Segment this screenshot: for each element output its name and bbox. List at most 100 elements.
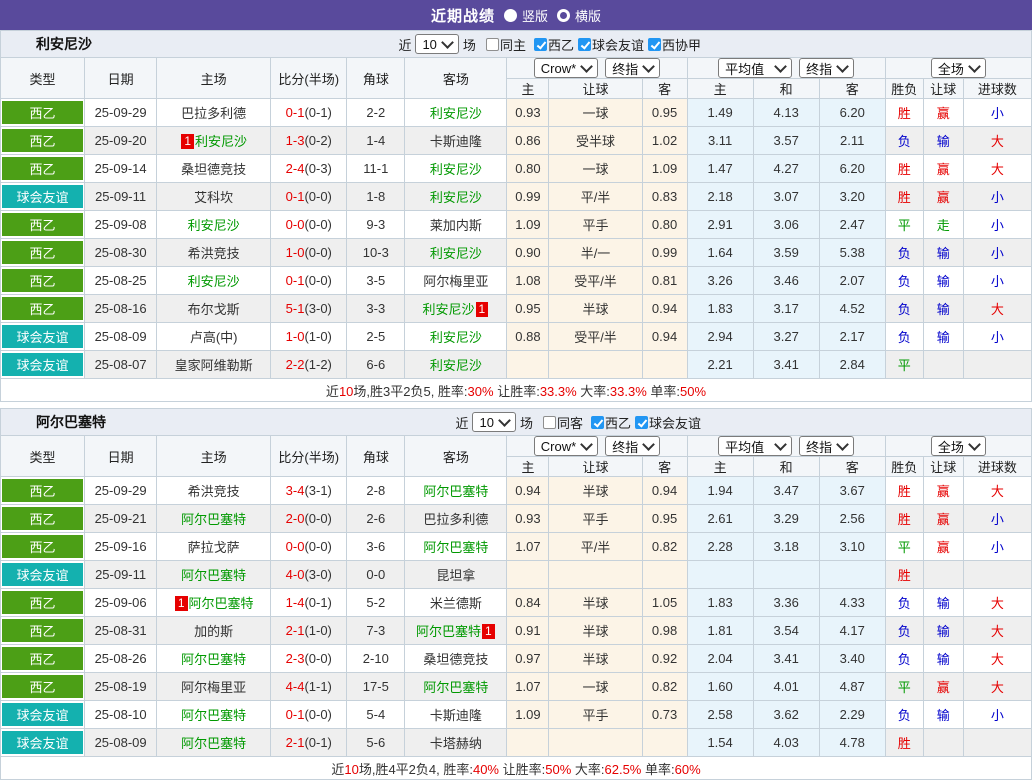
filter-same-venue[interactable]: 同主 — [485, 35, 526, 54]
handicap-away-odds: 0.98 — [641, 616, 688, 645]
handicap-stage-select-value: 终指 — [612, 61, 639, 77]
bookmaker-select[interactable]: Crow* — [533, 58, 599, 78]
away-team[interactable]: 阿尔梅里亚 — [404, 266, 508, 295]
handicap-line — [548, 728, 643, 757]
checkbox-checked-icon[interactable] — [647, 37, 661, 51]
away-team[interactable]: 利安尼沙 — [404, 322, 508, 351]
away-team[interactable]: 莱加内斯 — [404, 210, 508, 239]
home-team[interactable]: 布尔戈斯 — [156, 294, 272, 323]
home-team[interactable]: 利安尼沙 — [156, 266, 272, 295]
match-count-select[interactable]: 10 — [472, 412, 516, 432]
filter-competition-2[interactable]: 球会友谊 — [634, 413, 701, 432]
checkbox-unchecked-icon[interactable] — [485, 37, 499, 51]
home-team[interactable]: 阿尔巴塞特 — [156, 700, 272, 729]
europe-stage-select[interactable]: 终指 — [799, 436, 855, 456]
home-team[interactable]: 阿尔巴塞特 — [156, 728, 272, 757]
away-team[interactable]: 阿尔巴塞特 — [404, 672, 508, 701]
competition-badge: 西乙 — [2, 101, 84, 124]
filter-competition-2[interactable]: 球会友谊 — [577, 35, 644, 54]
away-team[interactable]: 卡塔赫纳 — [404, 728, 508, 757]
match-type: 西乙 — [0, 266, 86, 295]
checkbox-checked-icon[interactable] — [634, 415, 648, 429]
home-team[interactable]: 阿尔巴塞特 — [156, 560, 272, 589]
avg-away-odds: 4.33 — [818, 588, 886, 617]
result-handicap: 输 — [922, 126, 964, 155]
checkbox-unchecked-icon[interactable] — [542, 415, 556, 429]
away-team[interactable]: 利安尼沙 — [404, 154, 508, 183]
match-count-select[interactable]: 10 — [415, 34, 459, 54]
away-team[interactable]: 卡斯迪隆 — [404, 700, 508, 729]
away-team[interactable]: 利安尼沙 — [404, 238, 508, 267]
competition-badge: 西乙 — [2, 129, 84, 152]
result-goals — [962, 560, 1032, 589]
home-team[interactable]: 利安尼沙 — [156, 210, 272, 239]
home-team[interactable]: 1 利安尼沙 — [156, 126, 272, 155]
home-team[interactable]: 巴拉多利德 — [156, 98, 272, 127]
checkbox-checked-icon[interactable] — [590, 415, 604, 429]
avg-home-odds: 2.21 — [686, 350, 754, 379]
match-type: 球会友谊 — [0, 182, 86, 211]
layout-radio-vertical[interactable]: 竖版 — [503, 6, 548, 25]
handicap-stage-select[interactable]: 终指 — [605, 436, 661, 456]
result-handicap — [922, 350, 964, 379]
away-team[interactable]: 阿尔巴塞特 1 — [404, 616, 508, 645]
average-select[interactable]: 平均值 — [718, 436, 793, 456]
radio-unselected-icon[interactable] — [557, 8, 570, 22]
summary-text: 近10场,胜3平2负5, 胜率:30% 让胜率:33.3% 大率:33.3% 单… — [0, 378, 1032, 402]
away-team[interactable]: 阿尔巴塞特 — [404, 476, 508, 505]
away-team[interactable]: 利安尼沙 — [404, 98, 508, 127]
home-team[interactable]: 希洪竞技 — [156, 238, 272, 267]
home-team[interactable]: 萨拉戈萨 — [156, 532, 272, 561]
average-select[interactable]: 平均值 — [718, 58, 793, 78]
away-team[interactable]: 巴拉多利德 — [404, 504, 508, 533]
home-team[interactable]: 皇家阿维勒斯 — [156, 350, 272, 379]
sub-col-header: 和 — [752, 78, 820, 99]
result-handicap: 输 — [922, 644, 964, 673]
result-wdl: 胜 — [884, 182, 924, 211]
home-team[interactable]: 加的斯 — [156, 616, 272, 645]
competition-badge: 西乙 — [2, 157, 84, 180]
checkbox-checked-icon[interactable] — [577, 37, 591, 51]
away-team[interactable]: 卡斯迪隆 — [404, 126, 508, 155]
filter-competition-3[interactable]: 西协甲 — [647, 35, 701, 54]
match-row: 球会友谊 25-09-11 艾科坎 0-1(0-0) 1-8 利安尼沙 0.99 平/半 0.8… — [0, 182, 1032, 211]
home-team[interactable]: 希洪竞技 — [156, 476, 272, 505]
scope-select[interactable]: 全场 — [930, 58, 986, 78]
home-team[interactable]: 卢高(中) — [156, 322, 272, 351]
handicap-stage-select[interactable]: 终指 — [605, 58, 661, 78]
away-team[interactable]: 利安尼沙 1 — [404, 294, 508, 323]
away-team[interactable]: 阿尔巴塞特 — [404, 532, 508, 561]
home-team[interactable]: 阿尔梅里亚 — [156, 672, 272, 701]
home-team[interactable]: 桑坦德竞技 — [156, 154, 272, 183]
europe-stage-select[interactable]: 终指 — [799, 58, 855, 78]
handicap-odds-group: Crow* 终指 — [506, 57, 688, 79]
layout-radio-horizontal[interactable]: 横版 — [557, 6, 601, 25]
home-team[interactable]: 阿尔巴塞特 — [156, 644, 272, 673]
section-header: 阿尔巴塞特 近 10 场 同客 西乙 球会友谊 — [0, 408, 1032, 435]
scope-select[interactable]: 全场 — [930, 436, 986, 456]
col-header: 比分(半场) — [270, 435, 348, 477]
score: 1-0(1-0) — [270, 322, 348, 351]
home-team[interactable]: 阿尔巴塞特 — [156, 504, 272, 533]
away-team[interactable]: 利安尼沙 — [404, 350, 508, 379]
summary-row: 近10场,胜4平2负4, 胜率:40% 让胜率:50% 大率:62.5% 单率:… — [0, 756, 1032, 780]
handicap-odds-group: Crow* 终指 — [506, 435, 688, 457]
home-team[interactable]: 1 阿尔巴塞特 — [156, 588, 272, 617]
bookmaker-select[interactable]: Crow* — [533, 436, 599, 456]
filter-same-venue[interactable]: 同客 — [542, 413, 583, 432]
filter-competition-1[interactable]: 西乙 — [590, 413, 631, 432]
away-team[interactable]: 利安尼沙 — [404, 182, 508, 211]
home-team[interactable]: 艾科坎 — [156, 182, 272, 211]
corner-score: 3-5 — [346, 266, 406, 295]
away-team[interactable]: 米兰德斯 — [404, 588, 508, 617]
away-team[interactable]: 昆坦拿 — [404, 560, 508, 589]
away-team[interactable]: 桑坦德竞技 — [404, 644, 508, 673]
avg-draw-odds: 3.07 — [752, 182, 820, 211]
radio-selected-icon[interactable] — [503, 8, 517, 22]
filter-competition-1[interactable]: 西乙 — [533, 35, 574, 54]
col-header: 客场 — [404, 57, 508, 99]
handicap-home-odds: 1.08 — [506, 266, 550, 295]
europe-odds-group: 平均值 终指 — [686, 57, 886, 79]
handicap-away-odds: 0.95 — [641, 98, 688, 127]
checkbox-checked-icon[interactable] — [533, 37, 547, 51]
